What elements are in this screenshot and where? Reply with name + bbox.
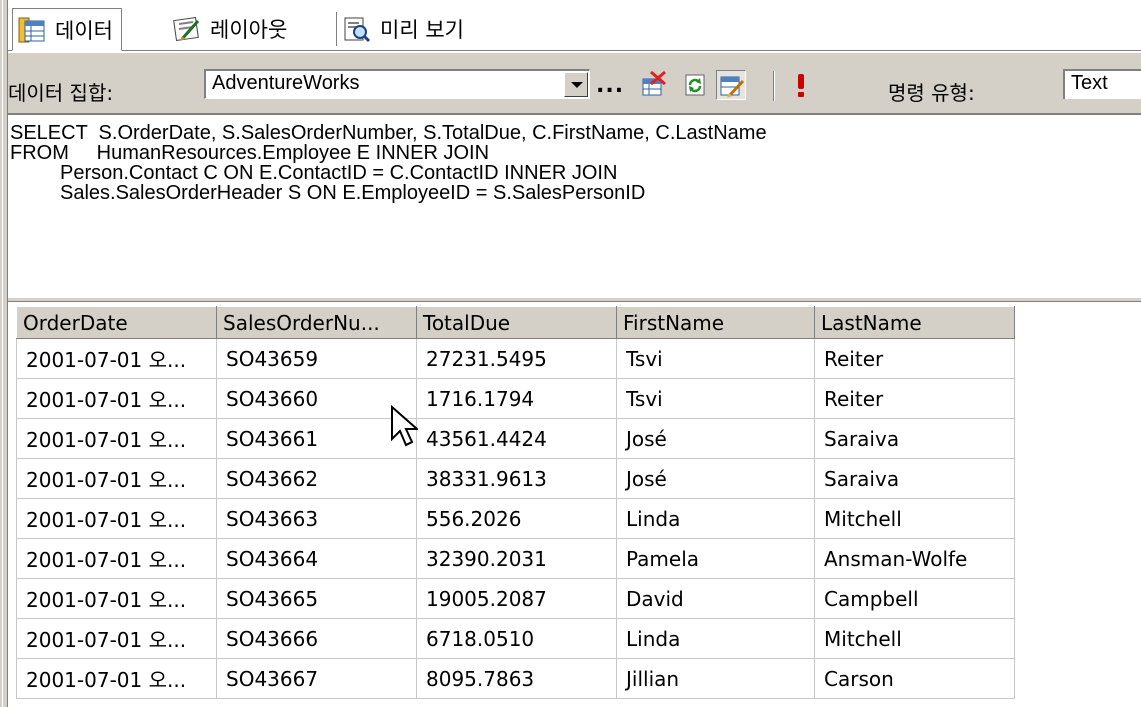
table-cell: SO43660 bbox=[216, 378, 417, 419]
table-cell: Tsvi bbox=[616, 338, 815, 379]
column-header[interactable]: SalesOrderNu... bbox=[216, 306, 417, 339]
tab-data[interactable]: 데이터 bbox=[12, 8, 122, 51]
table-cell: 2001-07-01 오... bbox=[16, 618, 217, 659]
table-cell: 556.2026 bbox=[416, 498, 617, 539]
table-row[interactable]: 2001-07-01 오... SO43666 6718.0510 Linda Mitc… bbox=[16, 618, 1015, 659]
table-cell: 1716.1794 bbox=[416, 378, 617, 419]
tab-preview-label: 미리 보기 bbox=[380, 18, 464, 42]
refresh-fields-button[interactable] bbox=[680, 70, 710, 100]
table-row[interactable]: 2001-07-01 오... SO43667 8095.7863 Jillian Ca… bbox=[16, 658, 1015, 699]
table-cell: 2001-07-01 오... bbox=[16, 498, 217, 539]
layout-icon bbox=[173, 17, 200, 41]
table-cell: SO43665 bbox=[216, 578, 417, 619]
table-row[interactable]: 2001-07-01 오... SO43664 32390.2031 Pamela An… bbox=[16, 538, 1015, 579]
tab-separator bbox=[336, 12, 337, 46]
delete-dataset-icon bbox=[642, 70, 666, 96]
designer-tab-strip: 데이터 레이아웃 미리 보기 bbox=[8, 0, 1141, 53]
table-cell: SO43661 bbox=[216, 418, 417, 459]
preview-icon bbox=[344, 17, 371, 43]
table-cell: Linda bbox=[616, 618, 815, 659]
table-cell: SO43664 bbox=[216, 538, 417, 579]
query-editor[interactable]: SELECT S.OrderDate, S.SalesOrderNumber, … bbox=[8, 113, 1141, 297]
table-cell: Saraiva bbox=[814, 458, 1015, 499]
data-sheet-icon bbox=[18, 17, 45, 42]
chevron-down-icon[interactable] bbox=[564, 72, 588, 97]
table-cell: 2001-07-01 오... bbox=[16, 458, 217, 499]
refresh-fields-icon bbox=[685, 74, 705, 96]
table-cell: 2001-07-01 오... bbox=[16, 378, 217, 419]
column-header[interactable]: FirstName bbox=[616, 306, 815, 339]
table-cell: Reiter bbox=[814, 338, 1015, 379]
table-row[interactable]: 2001-07-01 오... SO43659 27231.5495 Tsvi Reit… bbox=[16, 338, 1015, 379]
table-cell: 32390.2031 bbox=[416, 538, 617, 579]
table-cell: SO43667 bbox=[216, 658, 417, 699]
table-cell: Jillian bbox=[616, 658, 815, 699]
table-cell: 2001-07-01 오... bbox=[16, 658, 217, 699]
table-cell: SO43662 bbox=[216, 458, 417, 499]
table-cell: 43561.4424 bbox=[416, 418, 617, 459]
table-cell: José bbox=[616, 418, 815, 459]
tab-layout[interactable]: 레이아웃 bbox=[168, 8, 295, 50]
table-cell: Mitchell bbox=[814, 498, 1015, 539]
dataset-dropdown[interactable]: AdventureWorks bbox=[204, 69, 590, 99]
query-text: SELECT S.OrderDate, S.SalesOrderNumber, … bbox=[10, 122, 767, 204]
window-left-frame bbox=[0, 0, 8, 707]
table-cell: David bbox=[616, 578, 815, 619]
table-cell: Linda bbox=[616, 498, 815, 539]
table-cell: SO43663 bbox=[216, 498, 417, 539]
table-cell: 2001-07-01 오... bbox=[16, 578, 217, 619]
table-cell: 6718.0510 bbox=[416, 618, 617, 659]
table-cell: Reiter bbox=[814, 378, 1015, 419]
grid-header-row: OrderDate SalesOrderNu... TotalDue FirstNam… bbox=[16, 306, 1015, 339]
table-cell: 38331.9613 bbox=[416, 458, 617, 499]
command-type-value: Text bbox=[1071, 72, 1108, 94]
table-cell: Campbell bbox=[814, 578, 1015, 619]
tab-layout-label: 레이아웃 bbox=[210, 18, 288, 42]
table-row[interactable]: 2001-07-01 오... SO43660 1716.1794 Tsvi Reite… bbox=[16, 378, 1015, 419]
generic-query-designer-button[interactable] bbox=[716, 70, 746, 100]
column-header[interactable]: LastName bbox=[814, 306, 1015, 339]
dataset-value: AdventureWorks bbox=[212, 72, 360, 94]
column-header[interactable]: OrderDate bbox=[16, 306, 217, 339]
table-cell: José bbox=[616, 458, 815, 499]
table-row[interactable]: 2001-07-01 오... SO43662 38331.9613 José Sara… bbox=[16, 458, 1015, 499]
dataset-toolbar: 데이터 집합: AdventureWorks ... 명령 유형: Text bbox=[8, 53, 1141, 113]
generic-query-designer-icon bbox=[720, 76, 745, 98]
tab-baseline bbox=[8, 50, 1141, 51]
run-query-button[interactable] bbox=[786, 70, 816, 100]
table-cell: 2001-07-01 오... bbox=[16, 538, 217, 579]
table-cell: SO43659 bbox=[216, 338, 417, 379]
column-header[interactable]: TotalDue bbox=[416, 306, 617, 339]
table-cell: SO43666 bbox=[216, 618, 417, 659]
edit-dataset-button[interactable]: ... bbox=[596, 73, 624, 98]
delete-dataset-button[interactable] bbox=[638, 70, 668, 100]
tab-preview[interactable]: 미리 보기 bbox=[338, 8, 472, 50]
table-cell: 27231.5495 bbox=[416, 338, 617, 379]
table-row[interactable]: 2001-07-01 오... SO43665 19005.2087 David Cam… bbox=[16, 578, 1015, 619]
table-cell: 8095.7863 bbox=[416, 658, 617, 699]
table-cell: Saraiva bbox=[814, 418, 1015, 459]
table-cell: 2001-07-01 오... bbox=[16, 338, 217, 379]
mouse-pointer-icon bbox=[391, 405, 418, 447]
table-cell: 19005.2087 bbox=[416, 578, 617, 619]
results-pane: OrderDate SalesOrderNu... TotalDue FirstNam… bbox=[8, 302, 1141, 707]
table-cell: Mitchell bbox=[814, 618, 1015, 659]
table-cell: 2001-07-01 오... bbox=[16, 418, 217, 459]
command-type-label: 명령 유형: bbox=[888, 81, 975, 105]
command-type-dropdown[interactable]: Text bbox=[1063, 69, 1141, 99]
table-cell: Ansman-Wolfe bbox=[814, 538, 1015, 579]
results-grid: OrderDate SalesOrderNu... TotalDue FirstNam… bbox=[16, 306, 1015, 699]
toolbar-separator bbox=[773, 71, 775, 101]
table-cell: Carson bbox=[814, 658, 1015, 699]
tab-data-label: 데이터 bbox=[55, 18, 113, 43]
run-query-icon bbox=[798, 74, 804, 97]
table-cell: Pamela bbox=[616, 538, 815, 579]
table-row[interactable]: 2001-07-01 오... SO43663 556.2026 Linda Mitch… bbox=[16, 498, 1015, 539]
table-cell: Tsvi bbox=[616, 378, 815, 419]
dataset-label: 데이터 집합: bbox=[8, 81, 114, 105]
table-row[interactable]: 2001-07-01 오... SO43661 43561.4424 José Sara… bbox=[16, 418, 1015, 459]
